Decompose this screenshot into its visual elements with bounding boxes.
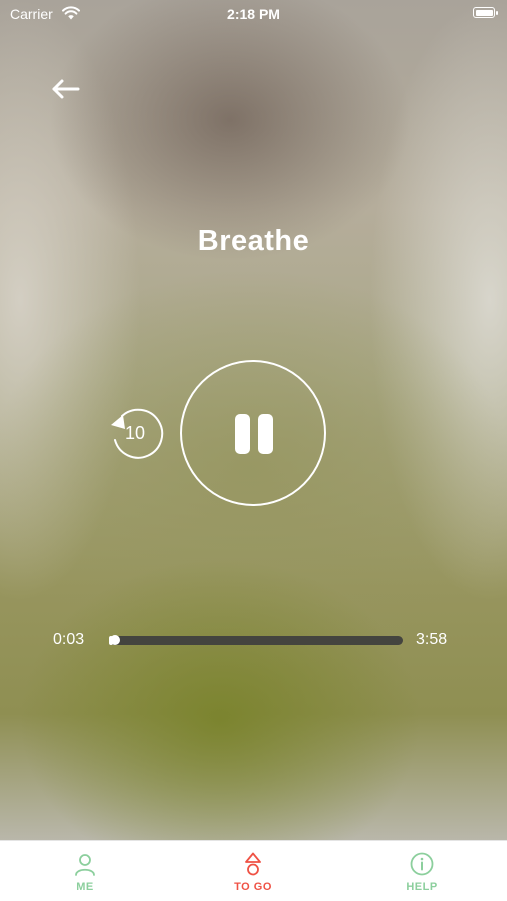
tab-to-go[interactable]: TO GO bbox=[193, 841, 313, 901]
battery-level bbox=[475, 9, 493, 16]
total-duration: 3:58 bbox=[416, 631, 448, 648]
back-button[interactable] bbox=[48, 74, 84, 104]
pause-icon-left-bar bbox=[235, 414, 250, 454]
track-title: Breathe bbox=[197, 225, 310, 257]
replay-seconds-label: 10 bbox=[124, 423, 146, 443]
elapsed-time: 0:03 bbox=[53, 631, 85, 648]
status-bar: Carrier 2:18 PM bbox=[0, 0, 507, 28]
triangle-circle-icon bbox=[245, 852, 261, 876]
tab-me-label: ME bbox=[76, 881, 94, 893]
tab-bar: ME TO GO HELP bbox=[0, 840, 507, 901]
pause-icon-right-bar bbox=[258, 414, 273, 454]
person-icon bbox=[75, 854, 95, 876]
arrow-left-icon bbox=[52, 79, 80, 99]
tab-me[interactable]: ME bbox=[25, 841, 145, 901]
pause-button[interactable] bbox=[180, 360, 326, 506]
tab-to-go-label: TO GO bbox=[234, 881, 272, 893]
tab-help-label: HELP bbox=[406, 881, 438, 893]
battery-icon bbox=[473, 7, 498, 18]
progress-bar[interactable] bbox=[109, 635, 403, 645]
progress-handle[interactable] bbox=[109, 635, 120, 645]
status-time: 2:18 PM bbox=[227, 6, 280, 22]
info-icon bbox=[410, 852, 434, 876]
tab-help[interactable]: HELP bbox=[362, 841, 482, 901]
